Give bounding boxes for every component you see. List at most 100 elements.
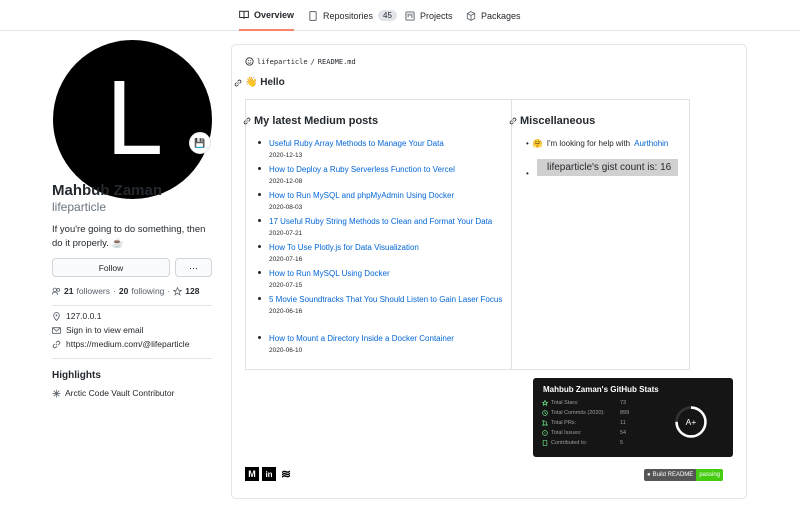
list-item: How to Mount a Directory Inside a Docker… [258, 332, 508, 358]
misc-help-item: • 🤗 I'm looking for help with Aurthohin [526, 139, 669, 148]
post-date: 2020-07-21 [269, 230, 303, 237]
profile-location: 127.0.0.1 [52, 311, 101, 321]
stats-row-issues: Total Issues: [542, 430, 621, 436]
posts-title: My latest Medium posts [254, 115, 379, 127]
readme-path-separator: / [310, 57, 315, 66]
tab-projects-label: Projects [420, 10, 453, 21]
floppy-disk-icon: 💾 [194, 137, 206, 148]
avatar[interactable]: L [53, 40, 212, 199]
tab-overview-label: Overview [254, 9, 295, 20]
stats-row-stars: Total Stars: [542, 400, 621, 406]
smiley-icon [245, 57, 254, 66]
status-badge[interactable]: 💾 [189, 132, 211, 154]
tab-overview[interactable]: Overview [239, 0, 295, 31]
stats-row-prs: Total PRs: [542, 420, 621, 426]
list-item: Useful Ruby Array Methods to Manage Your… [258, 137, 508, 163]
followers-count[interactable]: 21 [64, 286, 73, 296]
list-item: How to Run MySQL and phpMyAdmin Using Do… [258, 189, 508, 215]
github-icon: ● [647, 472, 651, 478]
stats-value-issues: 54 [620, 430, 627, 436]
list-item: How To Use Plotly.js for Data Visualizat… [258, 241, 508, 267]
rank-grade: A+ [685, 417, 697, 427]
avatar-letter: L [104, 61, 161, 178]
post-date: 2020-08-03 [269, 204, 303, 211]
profile-website[interactable]: https://medium.com/@lifeparticle [52, 339, 189, 349]
post-link[interactable]: How to Mount a Directory Inside a Docker… [269, 332, 508, 345]
following-count[interactable]: 20 [119, 286, 128, 296]
tab-repositories-label: Repositories [323, 10, 374, 21]
build-readme-badge[interactable]: ● Build README passing [644, 469, 723, 481]
post-link[interactable]: 5 Movie Soundtracks That You Should List… [269, 293, 508, 306]
repo-icon [309, 10, 317, 21]
stats-value-commits: 899 [620, 410, 630, 416]
stars-count[interactable]: 128 [185, 286, 199, 296]
aurthohin-link[interactable]: Aurthohin [634, 139, 668, 148]
more-options-button[interactable]: ··· [175, 258, 212, 277]
post-date: 2020-12-08 [269, 178, 303, 185]
pull-request-icon [542, 420, 548, 426]
readme-file-link[interactable]: README.md [318, 58, 356, 66]
mail-icon [52, 326, 61, 334]
highlight-text: Arctic Code Vault Contributor [65, 388, 175, 398]
stackoverflow-icon[interactable]: ≋ [279, 467, 293, 481]
follow-button[interactable]: Follow [52, 258, 170, 277]
post-link[interactable]: How to Run MySQL and phpMyAdmin Using Do… [269, 189, 508, 202]
email-text[interactable]: Sign in to view email [66, 325, 143, 335]
post-link[interactable]: Useful Ruby Array Methods to Manage Your… [269, 137, 508, 150]
tab-projects[interactable]: Projects [405, 0, 453, 31]
readme-owner-link[interactable]: lifeparticle [257, 58, 308, 66]
post-link[interactable]: How to Deploy a Ruby Serverless Function… [269, 163, 508, 176]
posts-heading: My latest Medium posts [243, 115, 378, 127]
highlight-arctic-vault[interactable]: Arctic Code Vault Contributor [52, 388, 174, 398]
list-item: 17 Useful Ruby String Methods to Clean a… [258, 215, 508, 241]
linkedin-icon[interactable]: in [262, 467, 276, 481]
post-date: 2020-07-16 [269, 256, 303, 263]
website-link[interactable]: https://medium.com/@lifeparticle [66, 339, 189, 349]
profile-bio: If you're going to do something, then do… [52, 224, 206, 249]
anchor-link-icon[interactable] [234, 79, 242, 87]
medium-posts-list: Useful Ruby Array Methods to Manage Your… [258, 137, 508, 358]
post-link[interactable]: How To Use Plotly.js for Data Visualizat… [269, 241, 508, 254]
following-label[interactable]: following [131, 286, 164, 296]
highlights-heading: Highlights [52, 370, 101, 381]
snowflake-icon [52, 389, 61, 397]
clock-icon [542, 410, 548, 416]
repo-icon [542, 440, 548, 446]
anchor-link-icon[interactable] [509, 117, 517, 125]
readme-hello-heading: 👋 Hello [234, 77, 285, 88]
medium-icon[interactable]: M [245, 467, 259, 481]
readme-table-divider [511, 99, 512, 370]
star-icon [173, 286, 183, 296]
misc-title: Miscellaneous [520, 115, 596, 127]
tab-packages[interactable]: Packages [466, 0, 521, 31]
tab-repositories[interactable]: Repositories 45 [308, 0, 397, 31]
misc-heading: Miscellaneous [509, 115, 595, 127]
hugging-face-icon: 🤗 [532, 139, 543, 148]
post-link[interactable]: How to Run MySQL Using Docker [269, 267, 508, 280]
anchor-link-icon[interactable] [243, 117, 251, 125]
package-icon [466, 10, 476, 21]
post-date: 2020-07-15 [269, 282, 303, 289]
stats-card-title: Mahbub Zaman's GitHub Stats [543, 385, 659, 394]
issue-icon [542, 430, 548, 436]
misc-help-text: I'm looking for help with [546, 139, 631, 148]
star-icon [542, 400, 548, 406]
book-icon [239, 10, 249, 19]
link-icon [52, 340, 61, 348]
stats-value-stars: 73 [620, 400, 627, 406]
stats-row-contributed: Contributed to: [542, 440, 621, 446]
post-link[interactable]: 17 Useful Ruby String Methods to Clean a… [269, 215, 508, 228]
github-stats-card: Mahbub Zaman's GitHub Stats Total Stars:… [533, 378, 733, 457]
followers-label[interactable]: followers [76, 286, 110, 296]
stats-value-contributed: 5 [620, 440, 624, 446]
stats-row-commits: Total Commits (2020): [542, 410, 621, 416]
profile-tabs: Overview Repositories 45 Projects Packag… [0, 0, 800, 31]
profile-email[interactable]: Sign in to view email [52, 325, 143, 335]
tab-packages-label: Packages [481, 10, 521, 21]
readme-breadcrumb: lifeparticle / README.md [245, 57, 356, 66]
divider [52, 305, 212, 306]
hello-text: 👋 Hello [245, 77, 285, 88]
list-item: 5 Movie Soundtracks That You Should List… [258, 293, 508, 332]
gist-count-badge: lifeparticle's gist count is: 16 [537, 159, 678, 176]
profile-fullname: Mahbub Zaman [52, 182, 163, 199]
